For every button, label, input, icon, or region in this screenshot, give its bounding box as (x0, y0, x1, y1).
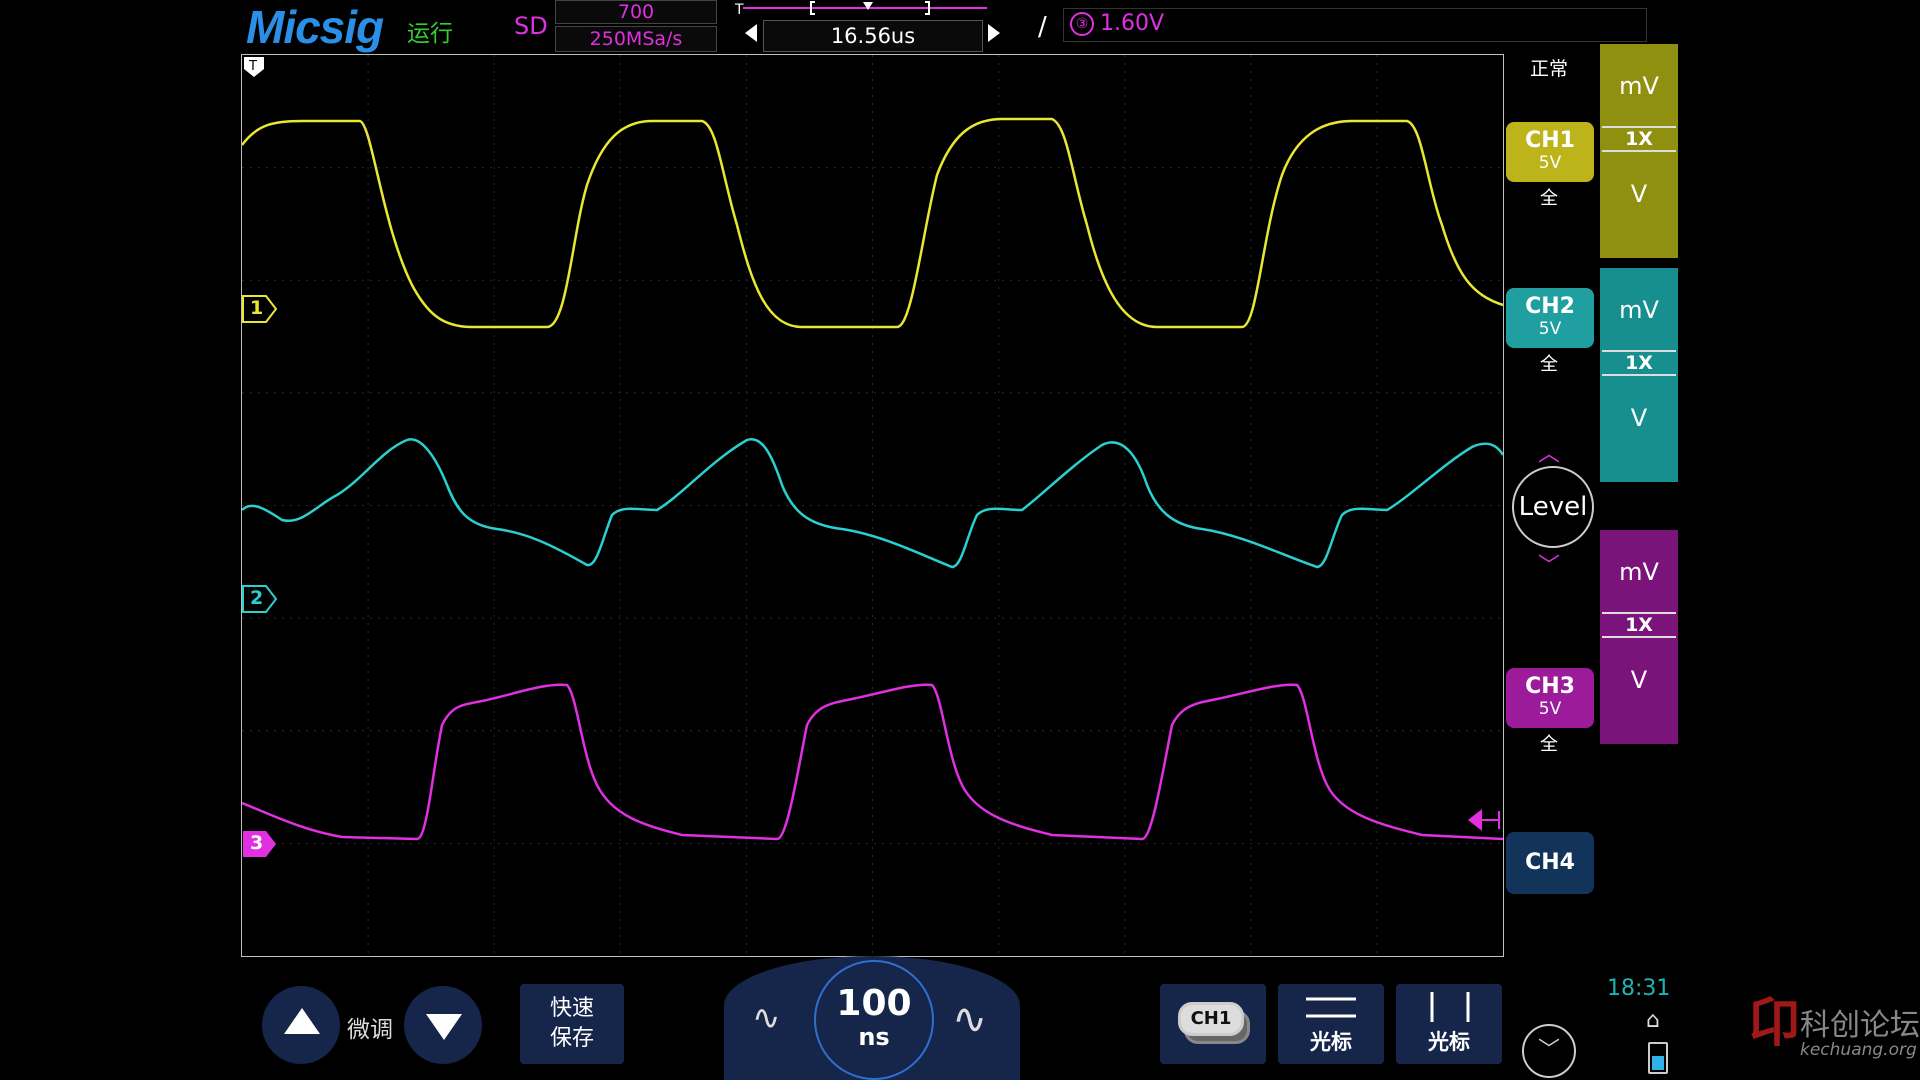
ch3-bandwidth: 全 (1540, 734, 1558, 755)
up-triangle-icon (284, 1008, 320, 1034)
ch1-probe-unit-v[interactable]: V (1600, 180, 1678, 208)
brand-logo: Micsig (246, 1, 384, 53)
trigger-position-value[interactable]: 16.56us (763, 20, 983, 52)
waveform-svg (242, 55, 1503, 956)
ch2-bandwidth: 全 (1540, 354, 1558, 375)
quick-save-button[interactable]: 快速 保存 (520, 984, 624, 1064)
watermark-url: kechuang.org (1800, 1040, 1917, 1060)
trigger-mode[interactable]: 正常 (1530, 54, 1568, 81)
ch1-probe-mult[interactable]: 1X (1602, 126, 1676, 152)
ch2-button[interactable]: CH2 5V (1506, 288, 1594, 348)
fine-up-button[interactable] (262, 986, 340, 1064)
acquisition-mode[interactable]: SD (514, 12, 548, 40)
svg-text:T: T (735, 2, 744, 18)
sample-rate[interactable]: 250MSa/s (555, 26, 717, 52)
run-state[interactable]: 运行 (407, 14, 453, 48)
ch1-marker-label: 1 (250, 297, 264, 319)
level-up-chevron-icon[interactable]: ︿ (1538, 436, 1560, 468)
timebase-decrease-icon[interactable]: ∿ (752, 998, 781, 1038)
trigger-position-left-arrow[interactable] (745, 24, 757, 42)
vertical-cursor-label: 光标 (1428, 1030, 1470, 1054)
rising-edge-icon[interactable]: ∕ (1038, 12, 1047, 42)
fine-adjust-label: 微调 (347, 1017, 393, 1043)
level-knob[interactable]: Level (1512, 466, 1594, 548)
usb-icon: ⌂ (1646, 1008, 1660, 1033)
ch3-button[interactable]: CH3 5V (1506, 668, 1594, 728)
trigger-time-marker[interactable]: T (242, 55, 278, 83)
trigger-position-indicator: T (735, 1, 987, 18)
ch1-button[interactable]: CH1 5V (1506, 122, 1594, 182)
ch2-probe-unit-v[interactable]: V (1600, 404, 1678, 432)
svg-text:T: T (248, 59, 257, 74)
ch2-marker-label: 2 (250, 587, 264, 609)
ch1-bandwidth: 全 (1540, 188, 1558, 209)
ch3-offset-marker[interactable]: 3 (242, 830, 278, 858)
horizontal-cursor-icon (1306, 997, 1356, 1018)
timebase-increase-icon[interactable]: ∿ (952, 994, 987, 1043)
watermark-text: 科创论坛 (1800, 1008, 1920, 1043)
ch1-probe-unit-mv[interactable]: mV (1600, 72, 1678, 100)
channel-select-button[interactable]: CH1 (1160, 984, 1266, 1064)
vertical-cursor-button[interactable]: 光标 (1396, 984, 1502, 1064)
ch3-probe-mult[interactable]: 1X (1602, 612, 1676, 638)
trigger-source-badge: ③ (1070, 12, 1094, 36)
ch2-scale: 5V (1538, 319, 1562, 339)
ch2-probe-mult[interactable]: 1X (1602, 350, 1676, 376)
level-down-chevron-icon[interactable]: ﹀ (1538, 548, 1560, 580)
trigger-level-marker[interactable] (1468, 805, 1502, 835)
graticule (242, 55, 1503, 956)
vertical-cursor-icon (1430, 992, 1470, 1022)
down-triangle-icon (426, 1014, 462, 1040)
ch2-probe-panel[interactable]: mV 1X V (1600, 268, 1678, 482)
ch1-name: CH1 (1525, 128, 1575, 153)
ch3-marker-label: 3 (250, 832, 264, 854)
clock: 18:31 (1607, 976, 1671, 1001)
trigger-position-right-arrow[interactable] (988, 24, 1000, 42)
fine-down-button[interactable] (404, 986, 482, 1064)
battery-icon (1648, 1042, 1668, 1074)
ch3-scale: 5V (1538, 699, 1562, 719)
ch3-probe-panel[interactable]: mV 1X V (1600, 530, 1678, 744)
memory-depth[interactable]: 700 (555, 0, 717, 24)
ch4-button[interactable]: CH4 (1506, 832, 1594, 894)
timebase-unit: ns (858, 1023, 890, 1051)
waveform-display[interactable]: T 1 2 3 (241, 54, 1504, 957)
ch3-probe-unit-mv[interactable]: mV (1600, 558, 1678, 586)
channel-source-tag: CH1 (1178, 1002, 1244, 1036)
timebase-value: 100 (836, 983, 912, 1024)
ch3-probe-unit-v[interactable]: V (1600, 666, 1678, 694)
ch2-offset-marker[interactable]: 2 (242, 585, 278, 613)
watermark-logo-icon: 卬 (1748, 994, 1801, 1054)
horizontal-cursor-button[interactable]: 光标 (1278, 984, 1384, 1064)
ch2-name: CH2 (1525, 294, 1575, 319)
ch1-offset-marker[interactable]: 1 (242, 295, 278, 323)
trigger-level: 1.60V (1100, 11, 1165, 36)
ch2-probe-unit-mv[interactable]: mV (1600, 296, 1678, 324)
ch1-scale: 5V (1538, 153, 1562, 173)
ch3-name: CH3 (1525, 674, 1575, 699)
timebase-knob[interactable]: 100 ns (814, 960, 934, 1080)
collapse-chevron-icon[interactable]: ﹀ (1522, 1024, 1576, 1078)
trigger-level-readout[interactable]: ③ 1.60V (1070, 10, 1164, 38)
ch1-probe-panel[interactable]: mV 1X V (1600, 44, 1678, 258)
horizontal-cursor-label: 光标 (1310, 1030, 1352, 1054)
